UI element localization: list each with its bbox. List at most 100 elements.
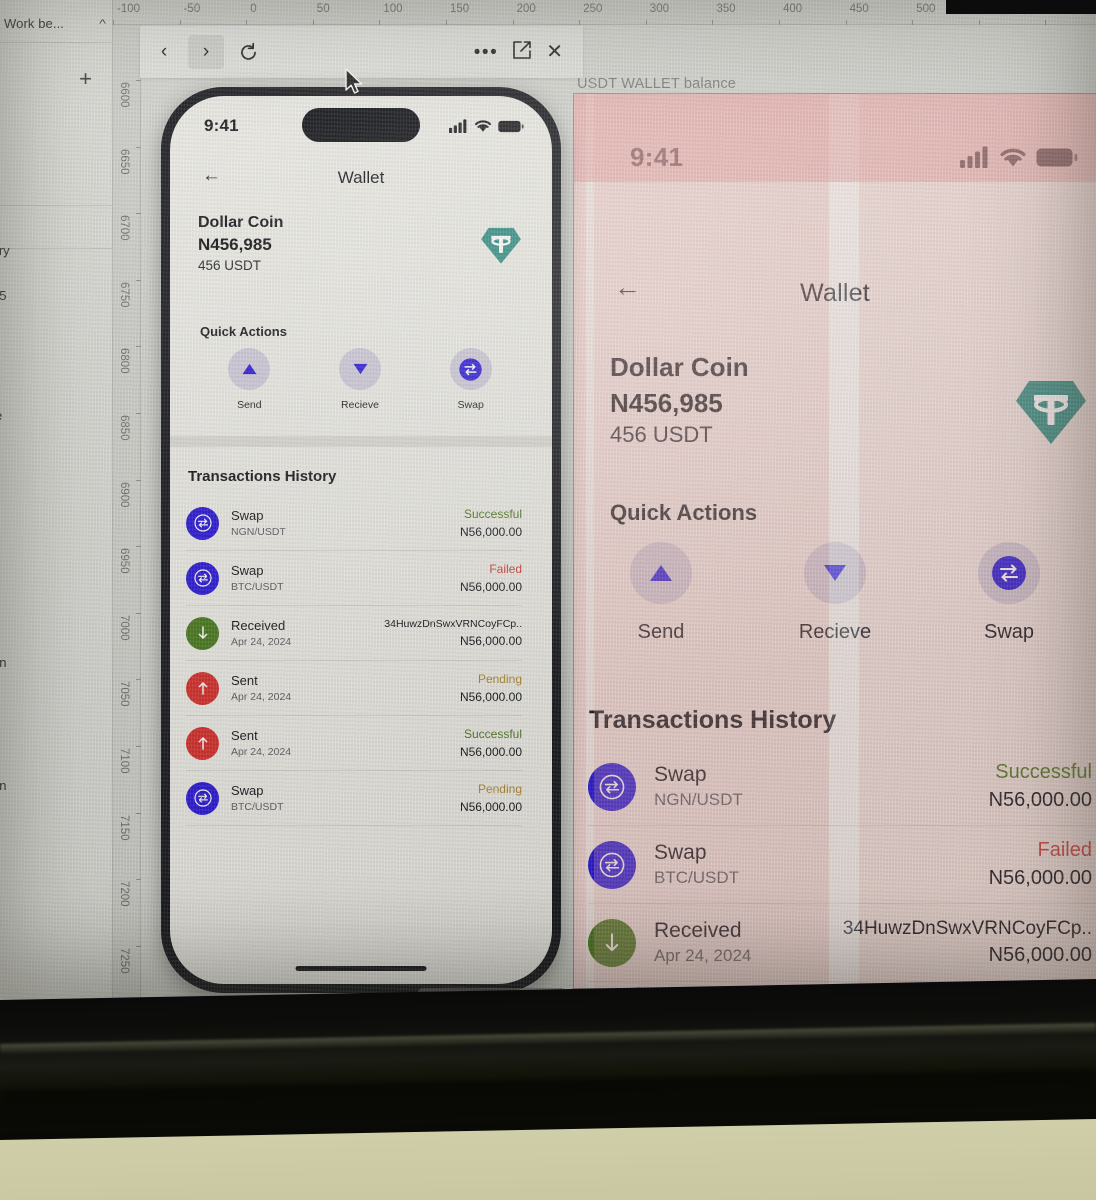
transaction-title: Sent [231,673,258,689]
transaction-subtitle: Apr 24, 2024 [654,946,752,966]
layer-name-fragment[interactable]: on [0,778,6,793]
transaction-status: Successful [463,507,522,522]
transaction-subtitle: BTC/USDT [654,868,739,888]
frame-label[interactable]: USDT WALLET balance [577,76,736,92]
battery-icon [1036,148,1078,166]
transaction-title: Swap [654,840,707,864]
transactions-heading: Transactions History [188,468,337,485]
transaction-value: N56,000.00 [988,866,1092,889]
transaction-row[interactable]: Swap BTC/USDT Pending N56,000.00 [186,771,522,826]
balance-amount: N456,985 [198,235,272,254]
close-button[interactable]: ✕ [546,42,563,62]
dynamic-island [302,108,420,142]
quick-action-label: Send [237,399,262,411]
transaction-row[interactable]: Swap NGN/USDT Successful N56,000.00 [588,748,1096,826]
layer-name-fragment[interactable]: e [0,408,2,423]
transaction-title: Received [231,618,286,634]
transaction-subtitle: BTC/USDT [231,800,284,813]
transaction-status: Failed [489,562,522,577]
arrow-up-icon [186,671,219,705]
phone-device-mockup: 9:41 ← Wallet Dollar Coin N456,985 456 U… [161,87,561,993]
more-options-button[interactable]: ••• [474,43,498,62]
quick-action-send[interactable]: Send [194,348,305,411]
transaction-value: N56,000.00 [459,689,522,704]
arrow-down-icon [186,616,219,650]
transaction-title: Sent [231,728,258,744]
transactions-heading: Transactions History [589,706,837,734]
transaction-subtitle: Apr 24, 2024 [231,690,292,703]
swap-icon [186,506,219,540]
home-indicator [295,966,427,971]
screen-top-edge [946,0,1096,14]
signal-icon [960,146,988,168]
transaction-row[interactable]: Swap NGN/USDT Successful N56,000.00 [186,496,522,551]
transaction-row[interactable]: SentApr 24, 2024 Pending N56,000.00 [186,661,522,716]
monitor-photo: USDT WALLET balance 9:41 ← Wallet Dollar… [0,0,1096,1200]
swap-icon [186,781,219,815]
open-external-icon[interactable] [512,40,532,65]
transaction-value: N56,000.00 [459,524,522,539]
transaction-value: N56,000.00 [988,788,1092,811]
quick-actions-row: Send Recieve Swap [574,542,1096,644]
transaction-title: Swap [231,783,264,799]
canvas-artboard-usdt-wallet[interactable]: 9:41 ← Wallet Dollar Coin N456,985 456 U… [574,94,1096,1000]
arrow-up-icon [186,726,219,760]
transaction-subtitle: NGN/USDT [231,525,286,538]
forward-nav-button[interactable]: › [188,35,224,69]
more-options-label: ••• [473,41,499,63]
balance-card: Dollar Coin N456,985 456 USDT [198,214,283,273]
balance-amount: N456,985 [610,388,723,418]
quick-action-recieve[interactable]: Recieve [305,348,416,411]
layer-name-fragment[interactable]: on [0,655,6,670]
swap-icon [588,762,636,811]
transaction-status: Pending [477,672,522,687]
transaction-row[interactable]: Swap BTC/USDT Failed N56,000.00 [588,826,1096,904]
swap-circle-icon [978,542,1040,604]
transaction-row[interactable]: Received Apr 24, 2024 34HuwzDnSwxVRNCoyFCp… [588,904,1096,982]
left-layers-panel[interactable]: Work be... ^ + tory 85 e on on [0,0,113,1000]
layer-name-fragment[interactable]: 85 [0,288,6,303]
transaction-row[interactable]: Swap BTC/USDT Failed N56,000.00 [186,551,522,606]
page-title: Wallet [337,168,385,187]
transaction-status: Failed [1037,839,1092,862]
coin-name: Dollar Coin [198,214,284,231]
triangle-up-icon [228,348,271,390]
transaction-row[interactable]: Received Apr 24, 2024 34HuwzDnSwxVRNCoyFCp… [186,606,522,661]
transaction-subtitle: Apr 24, 2024 [231,635,292,648]
section-divider [170,436,552,447]
transaction-row[interactable]: Sent Apr 24, 2024 Successful N56,000.00 [186,716,522,771]
mouse-cursor [345,68,363,94]
phone-screen[interactable]: 9:41 ← Wallet Dollar Coin N456,985 456 U… [170,96,552,984]
quick-action-swap[interactable]: Swap [415,348,526,411]
add-button[interactable]: + [79,68,92,90]
transaction-title: Swap [231,563,264,579]
restart-icon[interactable] [230,35,266,69]
swap-icon [186,561,219,595]
quick-action-label: Recieve [798,621,872,643]
transactions-list[interactable]: Swap NGN/USDT Successful N56,000.00 Swap BTC/… [186,496,522,826]
tether-logo-icon [480,226,522,270]
transaction-title: Swap [654,762,707,786]
balance-sub-amount: 456 USDT [198,258,262,273]
layer-name-fragment[interactable]: tory [0,243,10,258]
quick-action-label: Swap [457,399,484,411]
prototype-preview-window[interactable]: ‹ › ••• ✕ 9:41 ← Wallet Dollar Coin N456… [140,26,583,1000]
status-bar-time: 9:41 [630,142,684,172]
left-panel-title: Work be... [4,16,65,31]
wifi-icon [1000,148,1026,166]
status-bar-time: 9:41 [204,116,239,135]
chevron-up-icon[interactable]: ^ [99,18,106,30]
monitor-screen: USDT WALLET balance 9:41 ← Wallet Dollar… [0,0,1096,1000]
transaction-subtitle: BTC/USDT [231,580,284,593]
transaction-value: N56,000.00 [459,799,522,814]
left-panel-header[interactable]: Work be... ^ [0,5,113,43]
battery-icon [498,120,524,132]
transactions-list[interactable]: Swap NGN/USDT Successful N56,000.00 Swap BTC/… [588,748,1096,1000]
divider [0,205,113,206]
quick-action-swap[interactable]: Swap [922,542,1096,644]
quick-action-label: Send [637,621,685,643]
back-nav-button[interactable]: ‹ [146,35,182,69]
transaction-status: 34HuwzDnSwxVRNCoyFCp.. [384,618,522,631]
quick-action-recieve[interactable]: Recieve [748,542,922,644]
quick-action-send[interactable]: Send [574,542,748,644]
